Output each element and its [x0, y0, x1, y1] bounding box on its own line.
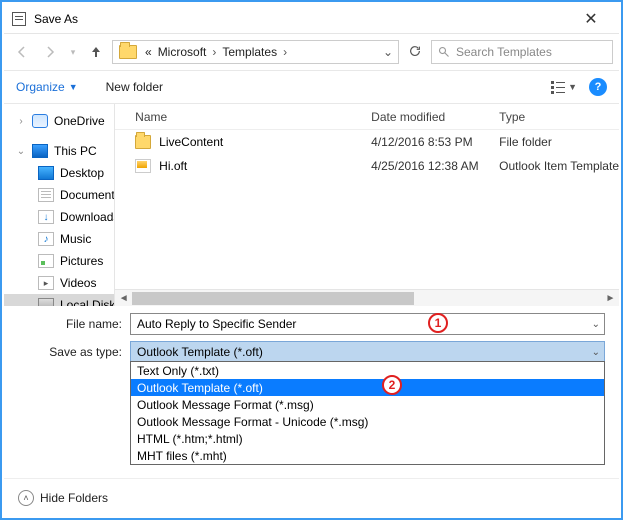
save-as-dialog: Save As ✕ ▾ « Microsoft › Templates › ⌄	[4, 4, 619, 516]
savetype-option[interactable]: HTML (*.htm;*.html)	[131, 430, 604, 447]
pictures-icon	[38, 254, 54, 268]
search-placeholder: Search Templates	[456, 45, 552, 59]
back-button[interactable]	[10, 40, 34, 64]
window-icon	[12, 12, 26, 26]
savetype-option[interactable]: Outlook Message Format (*.msg)	[131, 396, 604, 413]
col-date[interactable]: Date modified	[371, 110, 499, 124]
folder-icon	[119, 45, 137, 59]
search-input[interactable]: Search Templates	[431, 40, 613, 64]
arrow-right-icon	[42, 44, 58, 60]
forward-button[interactable]	[38, 40, 62, 64]
nav-toolbar: ▾ « Microsoft › Templates › ⌄ Search Tem…	[4, 34, 619, 70]
nav-tree: ›OneDrive ⌄This PC Desktop Documents Dow…	[4, 104, 115, 306]
tree-downloads[interactable]: Downloads	[4, 206, 114, 228]
view-options-button[interactable]: ▼	[550, 80, 577, 94]
crumb-templates[interactable]: Templates	[220, 45, 279, 59]
tree-thispc[interactable]: ⌄This PC	[4, 140, 114, 162]
folder-icon	[135, 135, 151, 149]
refresh-icon	[408, 44, 422, 58]
help-button[interactable]: ?	[589, 78, 607, 96]
address-bar[interactable]: « Microsoft › Templates › ⌄	[112, 40, 399, 64]
horizontal-scrollbar[interactable]: ◄ ►	[115, 289, 619, 306]
search-icon	[438, 46, 450, 58]
arrow-up-icon	[88, 44, 104, 60]
crumb-prefix: «	[143, 45, 154, 59]
savetype-option[interactable]: Text Only (*.txt)	[131, 362, 604, 379]
titlebar: Save As ✕	[4, 4, 619, 34]
oft-file-icon	[135, 159, 151, 173]
organize-menu[interactable]: Organize ▼	[16, 80, 78, 94]
tree-pictures[interactable]: Pictures	[4, 250, 114, 272]
filename-input[interactable]: Auto Reply to Specific Sender ⌄	[130, 313, 605, 335]
tree-music[interactable]: Music	[4, 228, 114, 250]
refresh-button[interactable]	[403, 44, 427, 61]
tree-desktop[interactable]: Desktop	[4, 162, 114, 184]
table-row[interactable]: Hi.oft4/25/2016 12:38 AMOutlook Item Tem…	[115, 154, 619, 178]
scrollbar-thumb[interactable]	[132, 292, 414, 305]
table-row[interactable]: LiveContent4/12/2016 8:53 PMFile folder	[115, 130, 619, 154]
callout-1: 1	[428, 313, 448, 333]
chevron-up-icon: ˄	[18, 490, 34, 506]
tree-localdisk[interactable]: Local Disk (C:)	[4, 294, 114, 306]
savetype-select[interactable]: Outlook Template (*.oft) ⌄	[130, 341, 605, 363]
new-folder-button[interactable]: New folder	[106, 80, 163, 94]
scroll-right-icon[interactable]: ►	[602, 293, 619, 304]
chevron-right-icon[interactable]: ›	[210, 45, 218, 59]
crumb-microsoft[interactable]: Microsoft	[156, 45, 209, 59]
pc-icon	[32, 144, 48, 158]
chevron-down-icon[interactable]: ⌄	[592, 347, 600, 358]
disk-icon	[38, 298, 54, 306]
file-rows: LiveContent4/12/2016 8:53 PMFile folderH…	[115, 130, 619, 289]
savetype-option[interactable]: Outlook Message Format - Unicode (*.msg)	[131, 413, 604, 430]
downloads-icon	[38, 210, 54, 224]
filename-label: File name:	[18, 317, 130, 331]
savetype-dropdown: Text Only (*.txt)Outlook Template (*.oft…	[130, 361, 605, 465]
address-dropdown[interactable]: ⌄	[380, 45, 396, 59]
window-title: Save As	[34, 12, 571, 26]
onedrive-icon	[32, 114, 48, 128]
savetype-label: Save as type:	[18, 345, 130, 359]
callout-2: 2	[382, 375, 402, 395]
chevron-down-icon: ▼	[568, 82, 577, 92]
savetype-option[interactable]: Outlook Template (*.oft)	[131, 379, 604, 396]
desktop-icon	[38, 166, 54, 180]
command-bar: Organize ▼ New folder ▼ ?	[4, 70, 619, 104]
savetype-option[interactable]: MHT files (*.mht)	[131, 447, 604, 464]
chevron-down-icon: ▼	[69, 82, 78, 92]
column-headers: Name Date modified Type	[115, 104, 619, 130]
music-icon	[38, 232, 54, 246]
save-form: File name: Auto Reply to Specific Sender…	[4, 306, 619, 368]
footer: ˄ Hide Folders	[4, 478, 619, 516]
recent-dropdown[interactable]: ▾	[66, 40, 80, 64]
tree-videos[interactable]: Videos	[4, 272, 114, 294]
hide-folders-button[interactable]: ˄ Hide Folders	[18, 490, 108, 506]
explorer-body: ›OneDrive ⌄This PC Desktop Documents Dow…	[4, 104, 619, 306]
up-button[interactable]	[84, 40, 108, 64]
view-details-icon	[550, 80, 566, 94]
videos-icon	[38, 276, 54, 290]
tree-onedrive[interactable]: ›OneDrive	[4, 110, 114, 132]
close-button[interactable]: ✕	[571, 9, 611, 29]
chevron-right-icon[interactable]: ›	[281, 45, 289, 59]
file-list: Name Date modified Type LiveContent4/12/…	[115, 104, 619, 306]
col-name[interactable]: Name	[115, 110, 371, 124]
scroll-left-icon[interactable]: ◄	[115, 293, 132, 304]
tree-documents[interactable]: Documents	[4, 184, 114, 206]
documents-icon	[38, 188, 54, 202]
arrow-left-icon	[14, 44, 30, 60]
chevron-down-icon[interactable]: ⌄	[592, 319, 600, 330]
col-type[interactable]: Type	[499, 110, 619, 124]
